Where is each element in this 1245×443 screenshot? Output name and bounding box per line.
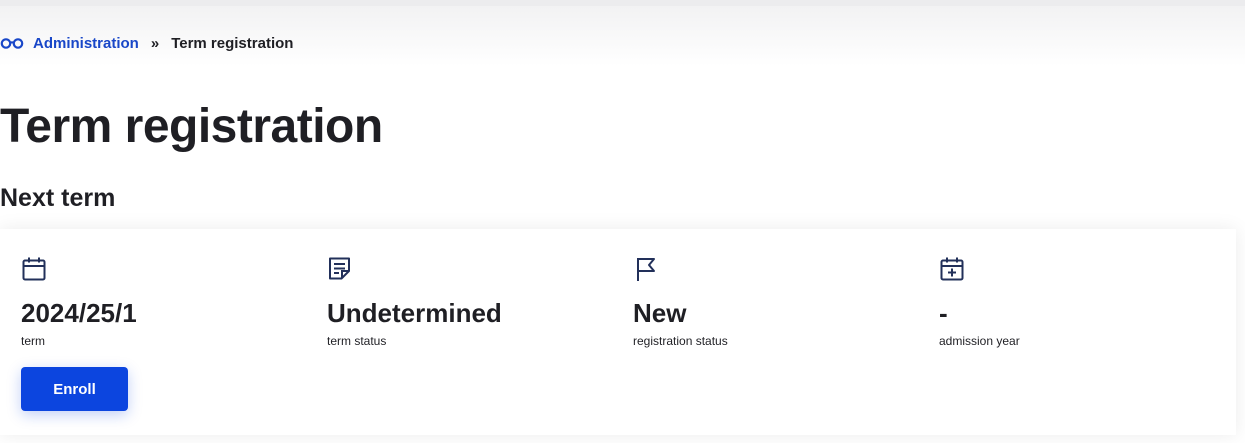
term-status-value: Undetermined bbox=[327, 298, 502, 328]
breadcrumb: Administration » Term registration bbox=[0, 31, 293, 55]
calendar-plus-icon bbox=[939, 256, 965, 282]
registration-status-value: New bbox=[633, 298, 687, 328]
page-title: Term registration bbox=[0, 100, 383, 153]
breadcrumb-current: Term registration bbox=[171, 34, 294, 52]
term-label: term bbox=[21, 334, 45, 348]
flag-icon bbox=[633, 256, 659, 282]
admission-year-label: admission year bbox=[939, 334, 1020, 348]
term-status-label: term status bbox=[327, 334, 387, 348]
admission-year-value: - bbox=[939, 298, 948, 328]
term-value: 2024/25/1 bbox=[21, 298, 137, 328]
glasses-icon bbox=[0, 36, 24, 50]
breadcrumb-separator: » bbox=[150, 34, 160, 52]
calendar-icon bbox=[21, 256, 47, 282]
document-edit-icon bbox=[327, 256, 353, 282]
next-term-card: 2024/25/1 term Undetermined term status … bbox=[0, 229, 1236, 435]
breadcrumb-administration-link[interactable]: Administration bbox=[33, 35, 139, 52]
section-title-next-term: Next term bbox=[0, 184, 116, 212]
registration-status-label: registration status bbox=[633, 334, 728, 348]
enroll-button[interactable]: Enroll bbox=[21, 367, 128, 411]
